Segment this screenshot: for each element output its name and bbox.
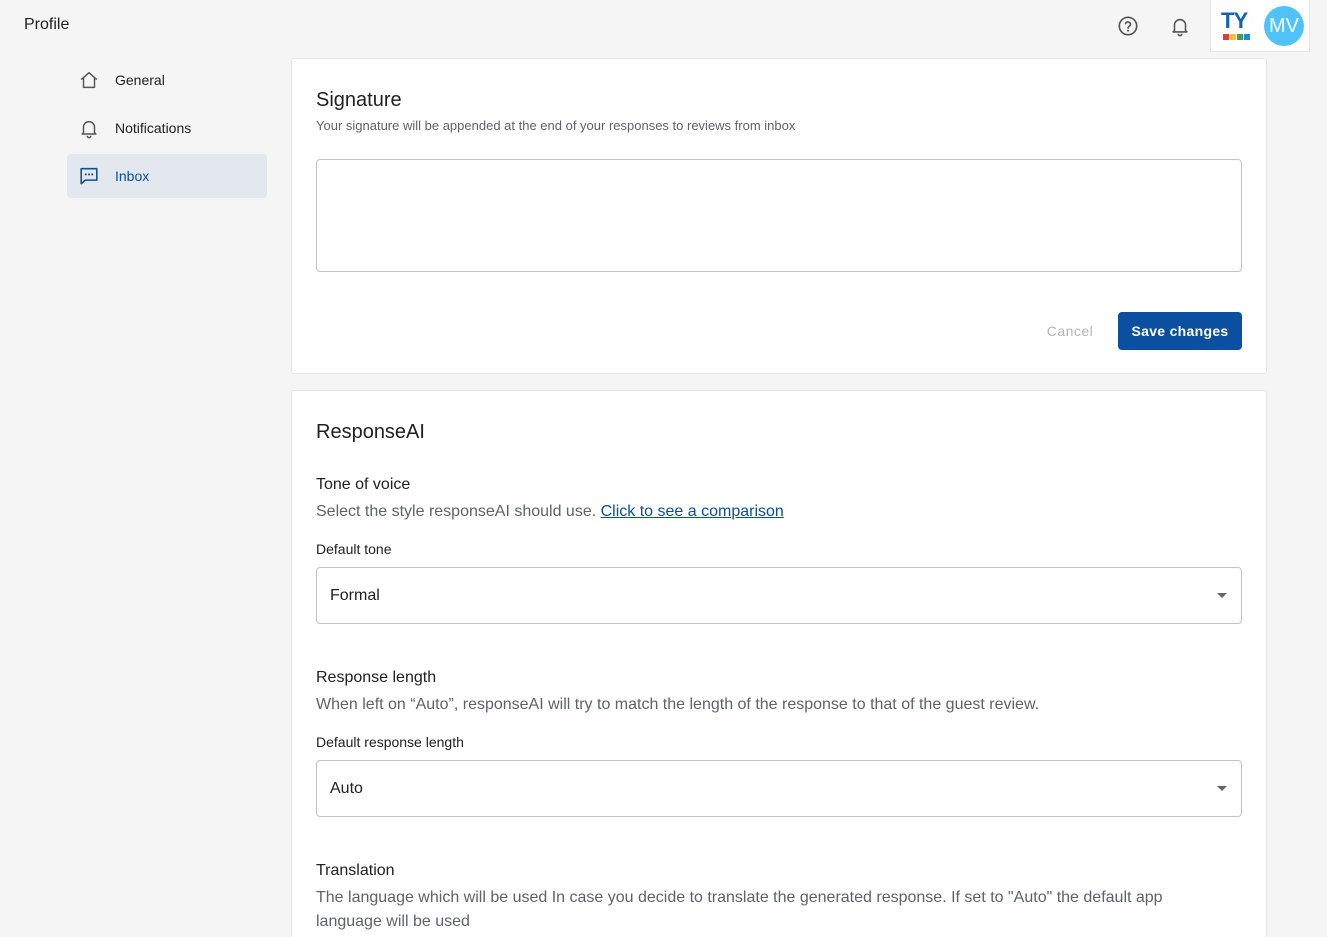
avatar[interactable]: MV [1264, 6, 1304, 46]
length-section-title: Response length [316, 669, 437, 686]
signature-subtitle: Your signature will be appended at the e… [316, 118, 796, 133]
response-ai-card: ResponseAI Tone of voice Select the styl… [291, 390, 1267, 937]
caret-down-icon [1217, 593, 1227, 598]
sidebar-item-notifications[interactable]: Notifications [67, 106, 267, 150]
default-tone-label: Default tone [316, 541, 392, 557]
default-tone-value: Formal [330, 586, 380, 604]
sidebar-item-label: Inbox [115, 168, 150, 184]
brand-logo-dots [1223, 34, 1250, 40]
default-length-select[interactable]: Auto [316, 760, 1242, 817]
top-bar: Profile TY MV [0, 0, 1327, 52]
signature-card: Signature Your signature will be appende… [291, 58, 1267, 374]
signature-textarea[interactable] [316, 159, 1242, 272]
tone-section-title: Tone of voice [316, 476, 411, 493]
brand-logo-letters: TY [1221, 8, 1248, 33]
brand-logo: TY [1221, 10, 1255, 44]
translation-section-title: Translation [316, 862, 395, 879]
translation-description: The language which will be used In case … [316, 889, 1163, 930]
bell-icon [77, 116, 101, 140]
caret-down-icon [1217, 786, 1227, 791]
bell-icon[interactable] [1168, 14, 1192, 38]
signature-title: Signature [316, 89, 402, 111]
save-changes-button[interactable]: Save changes [1118, 312, 1242, 350]
help-icon[interactable] [1116, 14, 1140, 38]
home-icon [77, 68, 101, 92]
length-description: When left on “Auto”, responseAI will try… [316, 696, 1040, 713]
sidebar-item-inbox[interactable]: Inbox [67, 154, 267, 198]
page-title: Profile [24, 16, 70, 33]
tone-description: Select the style responseAI should use. … [316, 500, 1242, 524]
brand-account-box: TY MV [1210, 0, 1310, 52]
comparison-link[interactable]: Click to see a comparison [601, 503, 784, 520]
chat-icon [77, 164, 101, 188]
sidebar-item-general[interactable]: General [67, 58, 267, 102]
response-ai-title: ResponseAI [316, 421, 425, 443]
default-length-value: Auto [330, 779, 363, 797]
sidebar: General Notifications Inbox [67, 58, 267, 202]
tone-description-text: Select the style responseAI should use. [316, 503, 597, 520]
default-tone-select[interactable]: Formal [316, 567, 1242, 624]
sidebar-item-label: General [115, 72, 165, 88]
cancel-button[interactable]: Cancel [1032, 313, 1108, 349]
sidebar-item-label: Notifications [115, 120, 192, 136]
default-length-label: Default response length [316, 734, 464, 750]
